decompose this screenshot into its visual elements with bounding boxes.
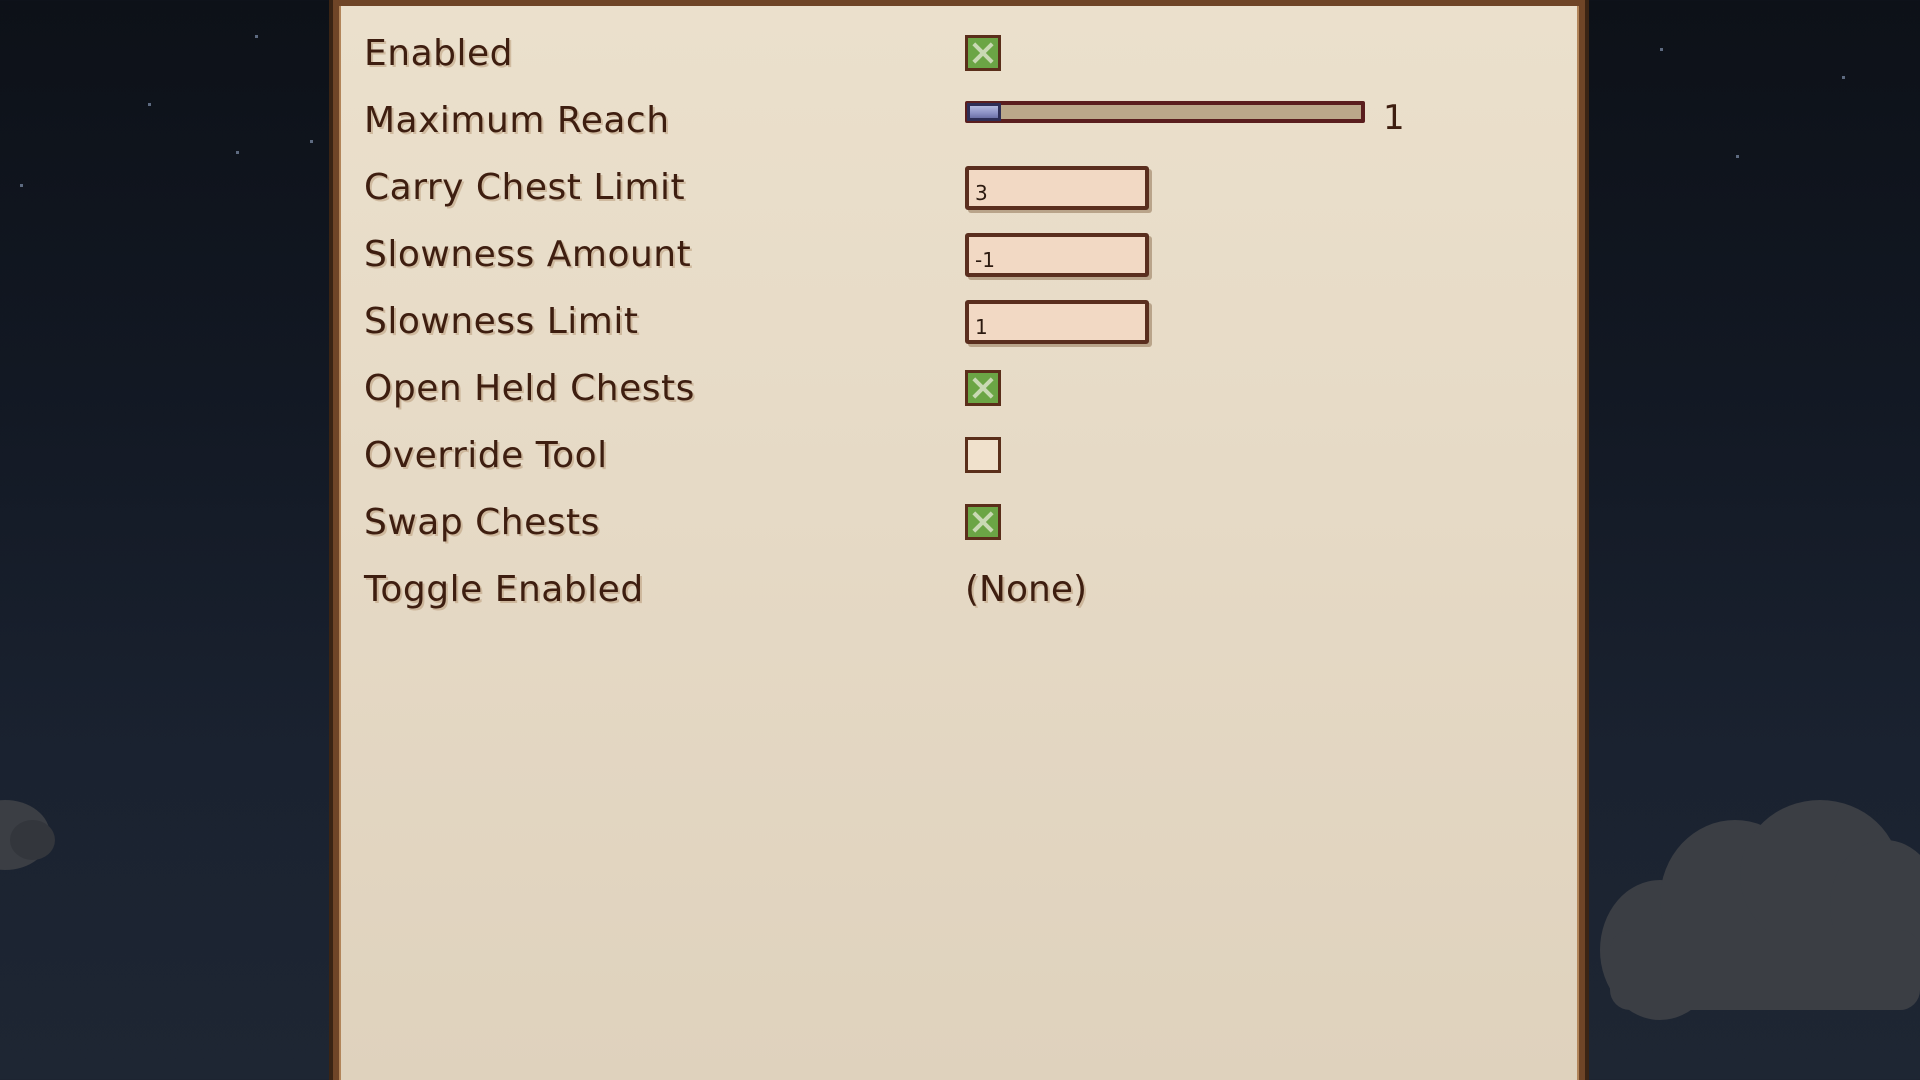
setting-label: Enabled: [364, 33, 513, 74]
star: [255, 35, 258, 38]
star: [20, 184, 23, 187]
slowness-amount-input[interactable]: [965, 233, 1149, 277]
star: [310, 140, 313, 143]
maximum-reach-slider[interactable]: [965, 101, 1365, 123]
toggle-enabled-keybind[interactable]: (None): [965, 569, 1087, 610]
star: [1736, 155, 1739, 158]
setting-label: Slowness Limit: [364, 301, 639, 342]
setting-row-maximum-reach: Maximum Reach 1: [339, 90, 1579, 157]
setting-label: Slowness Amount: [364, 234, 692, 275]
star: [236, 151, 239, 154]
slider-value: 1: [1383, 98, 1405, 138]
slider-thumb[interactable]: [967, 103, 1001, 121]
setting-label: Maximum Reach: [364, 100, 670, 141]
setting-row-open-held-chests: Open Held Chests: [339, 358, 1579, 425]
star: [1842, 76, 1845, 79]
setting-label: Open Held Chests: [364, 368, 695, 409]
setting-row-slowness-limit: Slowness Limit: [339, 291, 1579, 358]
setting-row-slowness-amount: Slowness Amount: [339, 224, 1579, 291]
slowness-limit-input[interactable]: [965, 300, 1149, 344]
enabled-checkbox[interactable]: [965, 35, 1001, 71]
setting-row-override-tool: Override Tool: [339, 425, 1579, 492]
star: [148, 103, 151, 106]
swap-chests-checkbox[interactable]: [965, 504, 1001, 540]
setting-row-swap-chests: Swap Chests: [339, 492, 1579, 559]
setting-label: Carry Chest Limit: [364, 167, 686, 208]
setting-label: Toggle Enabled: [364, 569, 644, 610]
setting-label: Override Tool: [364, 435, 608, 476]
override-tool-checkbox[interactable]: [965, 437, 1001, 473]
carry-chest-limit-input[interactable]: [965, 166, 1149, 210]
open-held-chests-checkbox[interactable]: [965, 370, 1001, 406]
config-panel: Enabled Maximum Reach 1 Carry Chest Limi…: [333, 0, 1585, 1080]
setting-row-toggle-enabled: Toggle Enabled (None): [339, 559, 1579, 626]
setting-row-carry-chest-limit: Carry Chest Limit: [339, 157, 1579, 224]
star: [1660, 48, 1663, 51]
setting-row-enabled: Enabled: [339, 23, 1579, 90]
setting-label: Swap Chests: [364, 502, 600, 543]
